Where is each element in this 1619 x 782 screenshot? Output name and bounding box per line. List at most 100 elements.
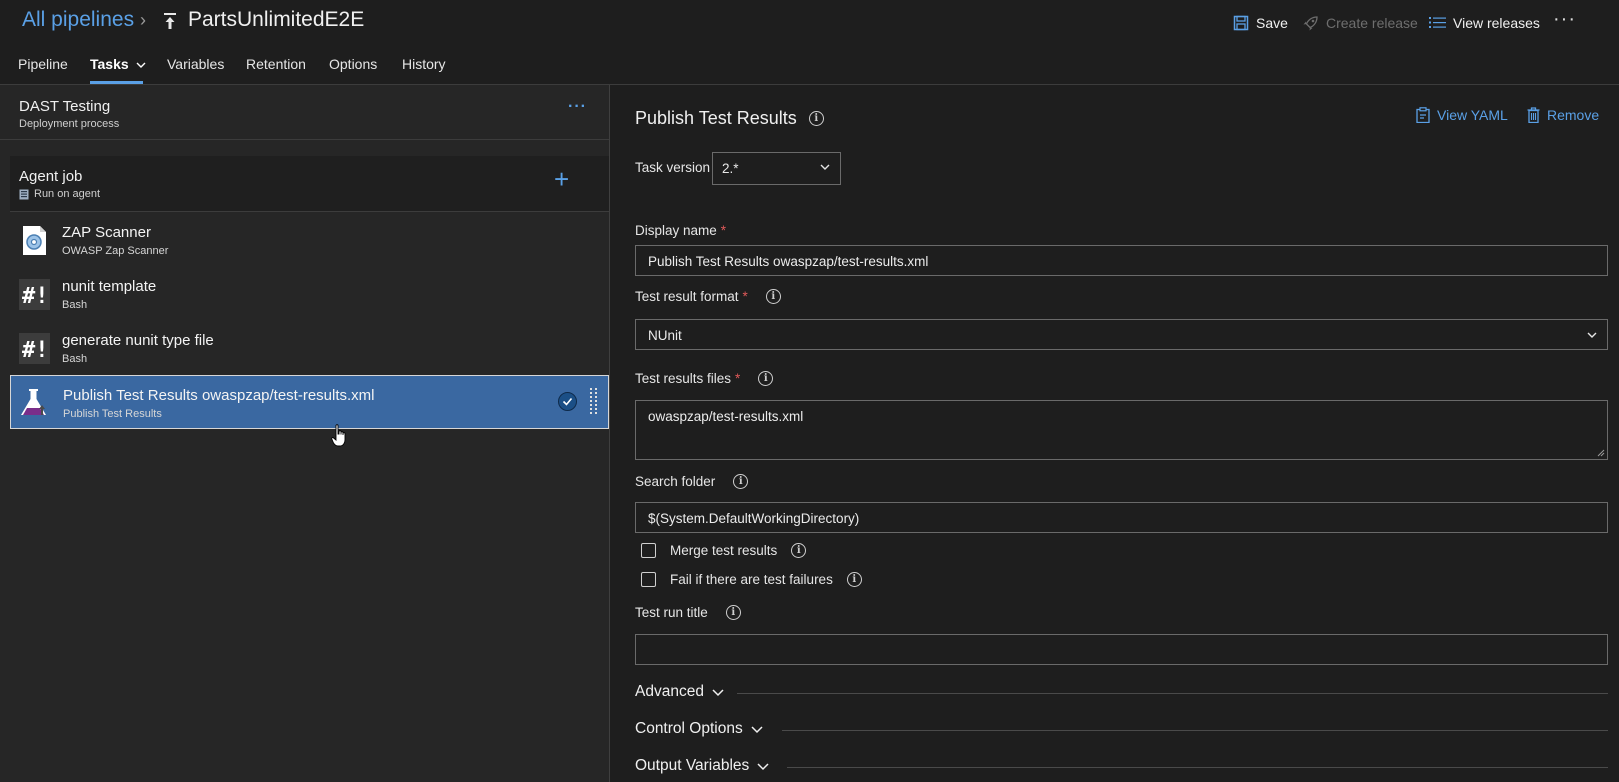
test-results-files-label: Test results files * i bbox=[635, 371, 774, 386]
flask-icon bbox=[21, 389, 46, 415]
tab-options[interactable]: Options bbox=[329, 56, 377, 72]
task-title: nunit template bbox=[62, 278, 157, 295]
search-folder-input[interactable]: $(System.DefaultWorkingDirectory) bbox=[635, 502, 1608, 533]
agent-job-title: Agent job bbox=[19, 168, 83, 185]
resize-handle-icon[interactable] bbox=[1595, 447, 1605, 457]
add-task-button[interactable]: + bbox=[554, 166, 569, 192]
release-pipeline-icon bbox=[164, 13, 176, 29]
tab-pipeline[interactable]: Pipeline bbox=[18, 56, 68, 72]
merge-test-results-checkbox[interactable] bbox=[641, 543, 656, 558]
task-subtitle: Bash bbox=[62, 353, 88, 365]
pane-splitter[interactable] bbox=[609, 85, 610, 782]
fail-on-failures-row[interactable]: Fail if there are test failures i bbox=[641, 572, 862, 587]
test-results-files-label-text: Test results files bbox=[635, 371, 732, 386]
test-result-format-value: NUnit bbox=[648, 328, 682, 343]
info-icon[interactable]: i bbox=[808, 111, 824, 126]
search-folder-label-text: Search folder bbox=[635, 474, 716, 489]
rocket-icon bbox=[1303, 15, 1318, 30]
view-releases-button[interactable]: View releases bbox=[1429, 12, 1540, 34]
bash-icon: #! bbox=[19, 279, 50, 310]
chevron-down-icon bbox=[751, 725, 763, 733]
output-variables-section-toggle[interactable]: Output Variables bbox=[635, 757, 769, 775]
info-icon[interactable]: i bbox=[758, 371, 774, 386]
chevron-down-icon bbox=[712, 688, 724, 696]
info-icon[interactable]: i bbox=[765, 289, 781, 304]
zap-scanner-icon bbox=[23, 226, 46, 255]
advanced-section-label: Advanced bbox=[635, 683, 704, 700]
task-detail-title-text: Publish Test Results bbox=[635, 108, 797, 128]
chevron-down-icon bbox=[757, 762, 769, 770]
stage-title[interactable]: DAST Testing bbox=[19, 98, 110, 115]
test-results-files-textarea[interactable]: owaspzap/test-results.xml bbox=[635, 400, 1608, 460]
task-subtitle: OWASP Zap Scanner bbox=[62, 245, 169, 257]
enabled-check-icon[interactable] bbox=[558, 392, 577, 411]
task-version-value: 2.* bbox=[722, 161, 739, 176]
save-icon bbox=[1233, 15, 1249, 31]
pipeline-name: PartsUnlimitedE2E bbox=[188, 8, 365, 31]
test-run-title-label-text: Test run title bbox=[635, 605, 708, 620]
section-divider bbox=[782, 730, 1608, 731]
agent-job-subtitle: Run on agent bbox=[19, 188, 100, 200]
required-mark: * bbox=[720, 223, 727, 238]
chevron-down-icon bbox=[136, 62, 146, 68]
task-title: Publish Test Results owaspzap/test-resul… bbox=[63, 387, 375, 404]
task-row-publish-test-results[interactable]: Publish Test Results owaspzap/test-resul… bbox=[10, 375, 609, 429]
info-icon[interactable]: i bbox=[791, 543, 807, 558]
test-result-format-label-text: Test result format bbox=[635, 289, 739, 304]
output-variables-section-label: Output Variables bbox=[635, 757, 750, 774]
save-button[interactable]: Save bbox=[1233, 12, 1288, 34]
create-release-button[interactable]: Create release bbox=[1302, 12, 1418, 34]
fail-on-failures-checkbox[interactable] bbox=[641, 572, 656, 587]
advanced-section-toggle[interactable]: Advanced bbox=[635, 683, 724, 701]
list-icon bbox=[1429, 17, 1446, 28]
merge-test-results-row[interactable]: Merge test results i bbox=[641, 543, 807, 558]
remove-label: Remove bbox=[1547, 107, 1600, 123]
display-name-input[interactable]: Publish Test Results owaspzap/test-resul… bbox=[635, 245, 1608, 276]
info-icon[interactable]: i bbox=[846, 572, 862, 587]
section-divider bbox=[787, 767, 1608, 768]
control-options-section-toggle[interactable]: Control Options bbox=[635, 720, 763, 738]
required-mark: * bbox=[742, 289, 748, 304]
server-icon bbox=[19, 189, 29, 199]
bash-icon: #! bbox=[19, 333, 50, 364]
task-subtitle: Bash bbox=[62, 299, 88, 311]
stage-more-button[interactable]: ··· bbox=[568, 98, 587, 116]
agent-job-card[interactable] bbox=[10, 156, 609, 211]
chevron-down-icon bbox=[820, 164, 830, 170]
tab-history[interactable]: History bbox=[402, 56, 446, 72]
svg-text:#!: #! bbox=[22, 284, 49, 309]
clipboard-icon bbox=[1416, 107, 1430, 123]
task-row-nunit-template[interactable]: #! nunit template Bash bbox=[10, 267, 609, 321]
task-row-generate-nunit[interactable]: #! generate nunit type file Bash bbox=[10, 321, 609, 375]
task-version-label: Task version bbox=[635, 160, 711, 175]
task-detail-title: Publish Test Results i bbox=[635, 108, 824, 129]
agent-job-subtitle-text: Run on agent bbox=[34, 188, 101, 200]
test-results-files-value: owaspzap/test-results.xml bbox=[648, 409, 804, 424]
breadcrumb-all-pipelines[interactable]: All pipelines bbox=[22, 8, 134, 32]
trash-icon bbox=[1527, 107, 1540, 123]
drag-handle-icon[interactable] bbox=[590, 388, 598, 418]
view-yaml-button[interactable]: View YAML bbox=[1416, 107, 1508, 123]
divider bbox=[10, 211, 609, 212]
more-actions-button[interactable]: ··· bbox=[1553, 8, 1576, 31]
remove-task-button[interactable]: Remove bbox=[1527, 107, 1599, 123]
chevron-down-icon bbox=[1587, 332, 1597, 338]
tab-retention[interactable]: Retention bbox=[246, 56, 306, 72]
tab-variables[interactable]: Variables bbox=[167, 56, 224, 72]
test-run-title-label: Test run title i bbox=[635, 605, 741, 620]
control-options-section-label: Control Options bbox=[635, 720, 743, 737]
tab-tasks[interactable]: Tasks bbox=[90, 56, 146, 72]
test-result-format-select[interactable]: NUnit bbox=[635, 319, 1608, 350]
task-version-select[interactable]: 2.* bbox=[712, 152, 841, 185]
info-icon[interactable]: i bbox=[725, 605, 741, 620]
divider bbox=[0, 139, 609, 140]
save-label: Save bbox=[1256, 15, 1288, 31]
tab-tasks-label: Tasks bbox=[90, 56, 129, 72]
svg-text:#!: #! bbox=[22, 338, 49, 363]
task-title: generate nunit type file bbox=[62, 332, 214, 349]
info-icon[interactable]: i bbox=[733, 474, 749, 489]
task-row-zap-scanner[interactable]: ZAP Scanner OWASP Zap Scanner bbox=[10, 213, 609, 267]
test-run-title-input[interactable] bbox=[635, 634, 1608, 665]
stage-subtitle: Deployment process bbox=[19, 118, 120, 130]
task-title: ZAP Scanner bbox=[62, 224, 151, 241]
